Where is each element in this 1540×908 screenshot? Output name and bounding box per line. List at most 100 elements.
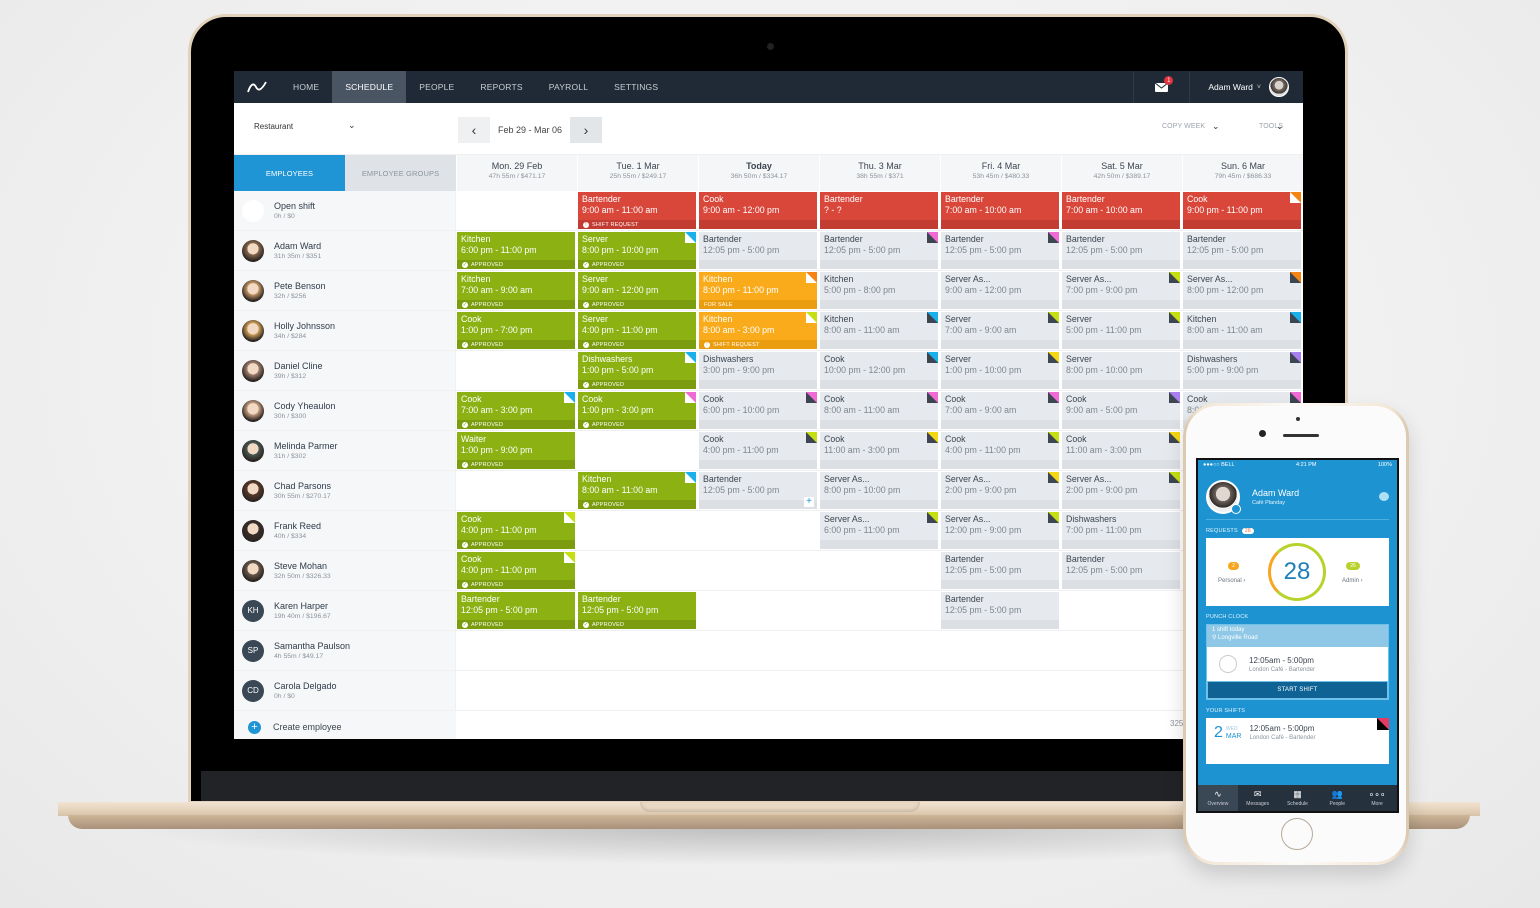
tab-employees[interactable]: EMPLOYEES xyxy=(234,155,345,191)
shift-block[interactable]: Dishwashers 5:00 pm - 9:00 pm xyxy=(1183,352,1301,389)
schedule-cell[interactable]: Cook 9:00 am - 5:00 pm xyxy=(1061,391,1182,430)
shift-block[interactable]: Bartender 7:00 am - 10:00 am xyxy=(1062,192,1180,229)
schedule-cell[interactable]: Cook 11:00 am - 3:00 pm xyxy=(819,431,940,470)
shift-card[interactable]: 2 WED MAR 12:05am - 5:00pm London Café -… xyxy=(1206,718,1389,764)
shift-block[interactable]: Dishwashers 7:00 pm - 11:00 pm xyxy=(1062,512,1180,549)
schedule-cell[interactable]: Bartender 12:05 pm - 5:00 pm xyxy=(940,231,1061,270)
schedule-cell[interactable]: Waiter 1:00 pm - 9:00 pm ✓ APPROVED xyxy=(456,431,577,470)
shift-block[interactable]: Server As... 2:00 pm - 9:00 pm xyxy=(1062,472,1180,509)
chevron-down-icon[interactable]: ⌄ xyxy=(348,120,356,131)
employee-cell[interactable]: Steve Mohan 32h 50m / $326.33 xyxy=(234,551,456,590)
schedule-cell[interactable]: Server As... 7:00 pm - 9:00 pm xyxy=(1061,271,1182,310)
nav-people[interactable]: PEOPLE xyxy=(406,71,467,103)
shift-block[interactable]: Cook 4:00 pm - 11:00 pm ✓ APPROVED xyxy=(457,552,575,589)
schedule-cell[interactable]: Cook 7:00 am - 3:00 pm ✓ APPROVED xyxy=(456,391,577,430)
schedule-cell[interactable] xyxy=(819,591,940,630)
shift-block[interactable]: Cook 9:00 am - 5:00 pm xyxy=(1062,392,1180,429)
shift-block[interactable]: Server 5:00 pm - 11:00 pm xyxy=(1062,312,1180,349)
shift-block[interactable]: Server As... 6:00 pm - 11:00 pm xyxy=(820,512,938,549)
copy-week-button[interactable]: COPY WEEK xyxy=(1162,123,1205,130)
schedule-cell[interactable]: Server 5:00 pm - 11:00 pm xyxy=(1061,311,1182,350)
employee-cell[interactable]: Daniel Cline 39h / $312 xyxy=(234,351,456,390)
schedule-cell[interactable]: Server 8:00 pm - 10:00 pm xyxy=(1061,351,1182,390)
employee-cell[interactable]: Pete Benson 32h / $256 xyxy=(234,271,456,310)
shift-block[interactable]: Server As... 8:00 pm - 12:00 pm xyxy=(1183,272,1301,309)
shift-block[interactable]: Server 9:00 am - 12:00 pm ✓ APPROVED xyxy=(578,272,696,309)
schedule-cell[interactable] xyxy=(456,631,577,670)
shift-block[interactable]: Bartender 12:05 pm - 5:00 pm + xyxy=(699,472,817,509)
schedule-cell[interactable] xyxy=(577,511,698,550)
schedule-cell[interactable]: Kitchen 5:00 pm - 8:00 pm xyxy=(819,271,940,310)
schedule-cell[interactable] xyxy=(577,671,698,710)
shift-block[interactable]: Kitchen 6:00 pm - 11:00 pm ✓ APPROVED xyxy=(457,232,575,269)
shift-block[interactable]: Server 8:00 pm - 10:00 pm xyxy=(1062,352,1180,389)
shift-block[interactable]: Cook 11:00 am - 3:00 pm xyxy=(1062,432,1180,469)
schedule-cell[interactable]: Kitchen 6:00 pm - 11:00 pm ✓ APPROVED xyxy=(456,231,577,270)
schedule-cell[interactable]: Server 4:00 pm - 11:00 pm ✓ APPROVED xyxy=(577,311,698,350)
day-header[interactable]: Sat. 5 Mar 42h 50m / $389.17 xyxy=(1061,155,1182,191)
shift-block[interactable]: Cook 4:00 pm - 11:00 pm ✓ APPROVED xyxy=(457,512,575,549)
phone-tab-people[interactable]: 👥 People xyxy=(1317,785,1357,811)
schedule-cell[interactable] xyxy=(1061,631,1182,670)
schedule-cell[interactable]: Server As... 6:00 pm - 11:00 pm xyxy=(819,511,940,550)
schedule-cell[interactable]: Server 7:00 am - 9:00 am xyxy=(940,311,1061,350)
chevron-down-icon[interactable]: ⌄ xyxy=(1276,121,1284,132)
schedule-cell[interactable] xyxy=(456,471,577,510)
schedule-cell[interactable] xyxy=(456,191,577,230)
schedule-cell[interactable] xyxy=(698,551,819,590)
nav-payroll[interactable]: PAYROLL xyxy=(536,71,601,103)
shift-block[interactable]: Cook 1:00 pm - 7:00 pm ✓ APPROVED xyxy=(457,312,575,349)
schedule-cell[interactable] xyxy=(577,631,698,670)
phone-tab-messages[interactable]: ✉ Messages xyxy=(1238,785,1278,811)
schedule-cell[interactable]: Cook 10:00 pm - 12:00 pm xyxy=(819,351,940,390)
shift-block[interactable]: Bartender 12:05 pm - 5:00 pm xyxy=(941,552,1059,589)
shift-block[interactable]: Cook 6:00 pm - 10:00 pm xyxy=(699,392,817,429)
schedule-cell[interactable]: Kitchen 7:00 am - 9:00 am ✓ APPROVED xyxy=(456,271,577,310)
day-header[interactable]: Today 36h 50m / $334.17 xyxy=(698,155,819,191)
schedule-cell[interactable] xyxy=(577,431,698,470)
shift-block[interactable]: Cook 7:00 am - 9:00 am xyxy=(941,392,1059,429)
create-employee-button[interactable]: + Create employee xyxy=(234,711,456,739)
schedule-cell[interactable]: Dishwashers 7:00 pm - 11:00 pm xyxy=(1061,511,1182,550)
schedule-cell[interactable]: Cook 1:00 pm - 3:00 pm ✓ APPROVED xyxy=(577,391,698,430)
schedule-cell[interactable]: Cook 6:00 pm - 10:00 pm xyxy=(698,391,819,430)
schedule-cell[interactable]: Bartender 12:05 pm - 5:00 pm xyxy=(940,591,1061,630)
schedule-cell[interactable]: Server As... 2:00 pm - 9:00 pm xyxy=(940,471,1061,510)
home-button[interactable] xyxy=(1281,818,1313,850)
schedule-cell[interactable]: Bartender ? - ? xyxy=(819,191,940,230)
chat-icon[interactable] xyxy=(1379,492,1389,501)
shift-block[interactable]: Bartender 12:05 pm - 5:00 pm xyxy=(1183,232,1301,269)
schedule-cell[interactable]: Cook 7:00 am - 9:00 am xyxy=(940,391,1061,430)
add-shift-icon[interactable]: + xyxy=(804,497,814,507)
nav-reports[interactable]: REPORTS xyxy=(467,71,535,103)
schedule-cell[interactable] xyxy=(456,351,577,390)
shift-block[interactable]: Kitchen 8:00 am - 11:00 am xyxy=(820,312,938,349)
shift-block[interactable]: Bartender 12:05 pm - 5:00 pm xyxy=(699,232,817,269)
schedule-cell[interactable] xyxy=(698,591,819,630)
employee-cell[interactable]: KH Karen Harper 19h 40m / $196.67 xyxy=(234,591,456,630)
schedule-cell[interactable]: Kitchen 8:00 am - 11:00 am ✓ APPROVED xyxy=(577,471,698,510)
planday-logo-icon[interactable] xyxy=(234,71,280,103)
schedule-cell[interactable]: Server 8:00 pm - 10:00 pm ✓ APPROVED xyxy=(577,231,698,270)
shift-block[interactable]: Kitchen 8:00 am - 11:00 am xyxy=(1183,312,1301,349)
shift-block[interactable]: Bartender 7:00 am - 10:00 am xyxy=(941,192,1059,229)
shift-block[interactable]: Cook 11:00 am - 3:00 pm xyxy=(820,432,938,469)
shift-block[interactable]: Kitchen 5:00 pm - 8:00 pm xyxy=(820,272,938,309)
shift-block[interactable]: Cook 8:00 am - 11:00 am xyxy=(820,392,938,429)
schedule-cell[interactable]: Dishwashers 1:00 pm - 5:00 pm ✓ APPROVED xyxy=(577,351,698,390)
shift-block[interactable]: Server 7:00 am - 9:00 am xyxy=(941,312,1059,349)
shift-block[interactable]: Server 4:00 pm - 11:00 pm ✓ APPROVED xyxy=(578,312,696,349)
shift-block[interactable]: Cook 4:00 pm - 11:00 pm xyxy=(941,432,1059,469)
shift-block[interactable]: Server As... 2:00 pm - 9:00 pm xyxy=(941,472,1059,509)
shift-block[interactable]: Bartender 12:05 pm - 5:00 pm xyxy=(941,592,1059,629)
schedule-cell[interactable] xyxy=(1061,591,1182,630)
schedule-cell[interactable]: Cook 9:00 am - 12:00 pm xyxy=(698,191,819,230)
phone-tab-overview[interactable]: ∿ Overview xyxy=(1198,785,1238,811)
schedule-cell[interactable] xyxy=(577,551,698,590)
shift-block[interactable]: Bartender 12:05 pm - 5:00 pm xyxy=(1062,232,1180,269)
schedule-cell[interactable] xyxy=(940,671,1061,710)
employee-cell[interactable]: Frank Reed 40h / $334 xyxy=(234,511,456,550)
user-menu[interactable]: Adam Ward ˅ xyxy=(1189,71,1303,103)
schedule-cell[interactable]: Bartender 12:05 pm - 5:00 pm xyxy=(1061,551,1182,590)
nav-settings[interactable]: SETTINGS xyxy=(601,71,671,103)
